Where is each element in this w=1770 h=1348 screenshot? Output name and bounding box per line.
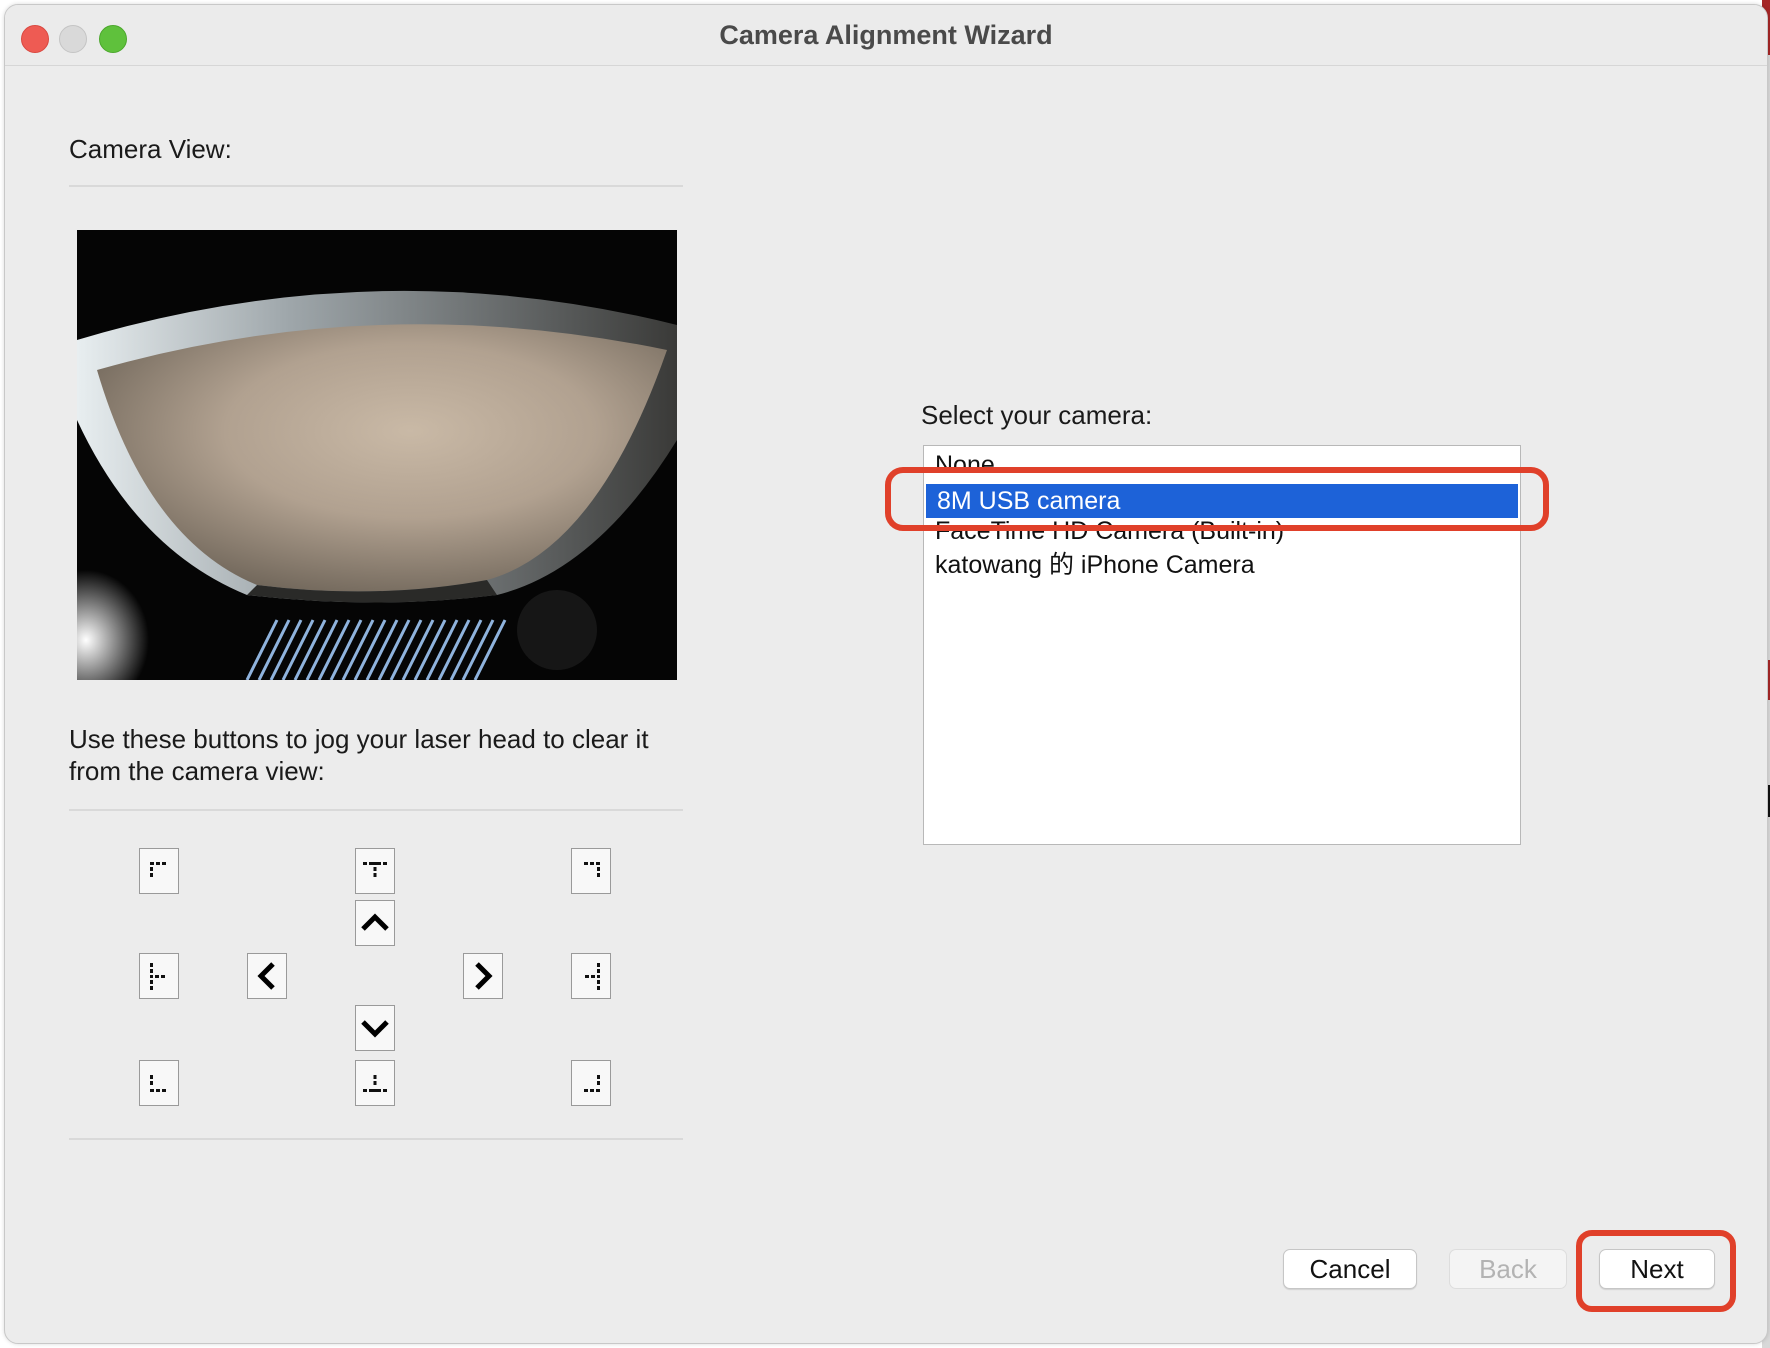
cancel-button[interactable]: Cancel: [1283, 1249, 1417, 1289]
chevron-left-icon: [257, 962, 275, 990]
edge-top-icon: [363, 862, 387, 877]
edge-bottom-icon: [363, 1075, 387, 1092]
jog-down-button[interactable]: [355, 1005, 395, 1051]
corner-top-right-icon: [584, 862, 600, 877]
camera-view-label: Camera View:: [69, 134, 232, 164]
corner-bottom-left-icon: [150, 1075, 166, 1092]
selected-camera-highlight: [885, 467, 1549, 531]
jog-middle-left-button[interactable]: [139, 953, 179, 999]
wizard-window: Camera Alignment Wizard Camera View: Use…: [4, 4, 1768, 1344]
jog-top-center-button[interactable]: [355, 848, 395, 894]
chevron-right-icon: [475, 962, 493, 990]
jog-top-left-button[interactable]: [139, 848, 179, 894]
title-bar: Camera Alignment Wizard: [5, 5, 1767, 66]
edge-right-icon: [585, 963, 600, 990]
edge-left-icon: [150, 963, 165, 990]
chevron-down-icon: [361, 1020, 389, 1038]
jog-top-right-button[interactable]: [571, 848, 611, 894]
jog-up-button[interactable]: [355, 900, 395, 946]
corner-bottom-right-icon: [584, 1075, 600, 1092]
camera-view-separator: [69, 185, 683, 187]
jog-bottom-separator: [69, 1138, 683, 1140]
back-button[interactable]: Back: [1449, 1249, 1567, 1289]
jog-instructions-label: Use these buttons to jog your laser head…: [69, 724, 649, 786]
corner-top-left-icon: [150, 862, 166, 877]
jog-middle-right-button[interactable]: [571, 953, 611, 999]
jog-left-button[interactable]: [247, 953, 287, 999]
next-button-highlight: [1576, 1230, 1736, 1312]
camera-list-item[interactable]: katowang 的 iPhone Camera: [924, 548, 1520, 582]
chevron-up-icon: [361, 913, 389, 931]
camera-preview-image: [77, 230, 677, 680]
jog-bottom-center-button[interactable]: [355, 1060, 395, 1106]
jog-top-separator: [69, 809, 683, 811]
jog-bottom-right-button[interactable]: [571, 1060, 611, 1106]
select-camera-label: Select your camera:: [921, 400, 1153, 430]
jog-right-button[interactable]: [463, 953, 503, 999]
camera-preview-graphic: [77, 230, 677, 680]
window-title: Camera Alignment Wizard: [719, 20, 1053, 50]
jog-bottom-left-button[interactable]: [139, 1060, 179, 1106]
